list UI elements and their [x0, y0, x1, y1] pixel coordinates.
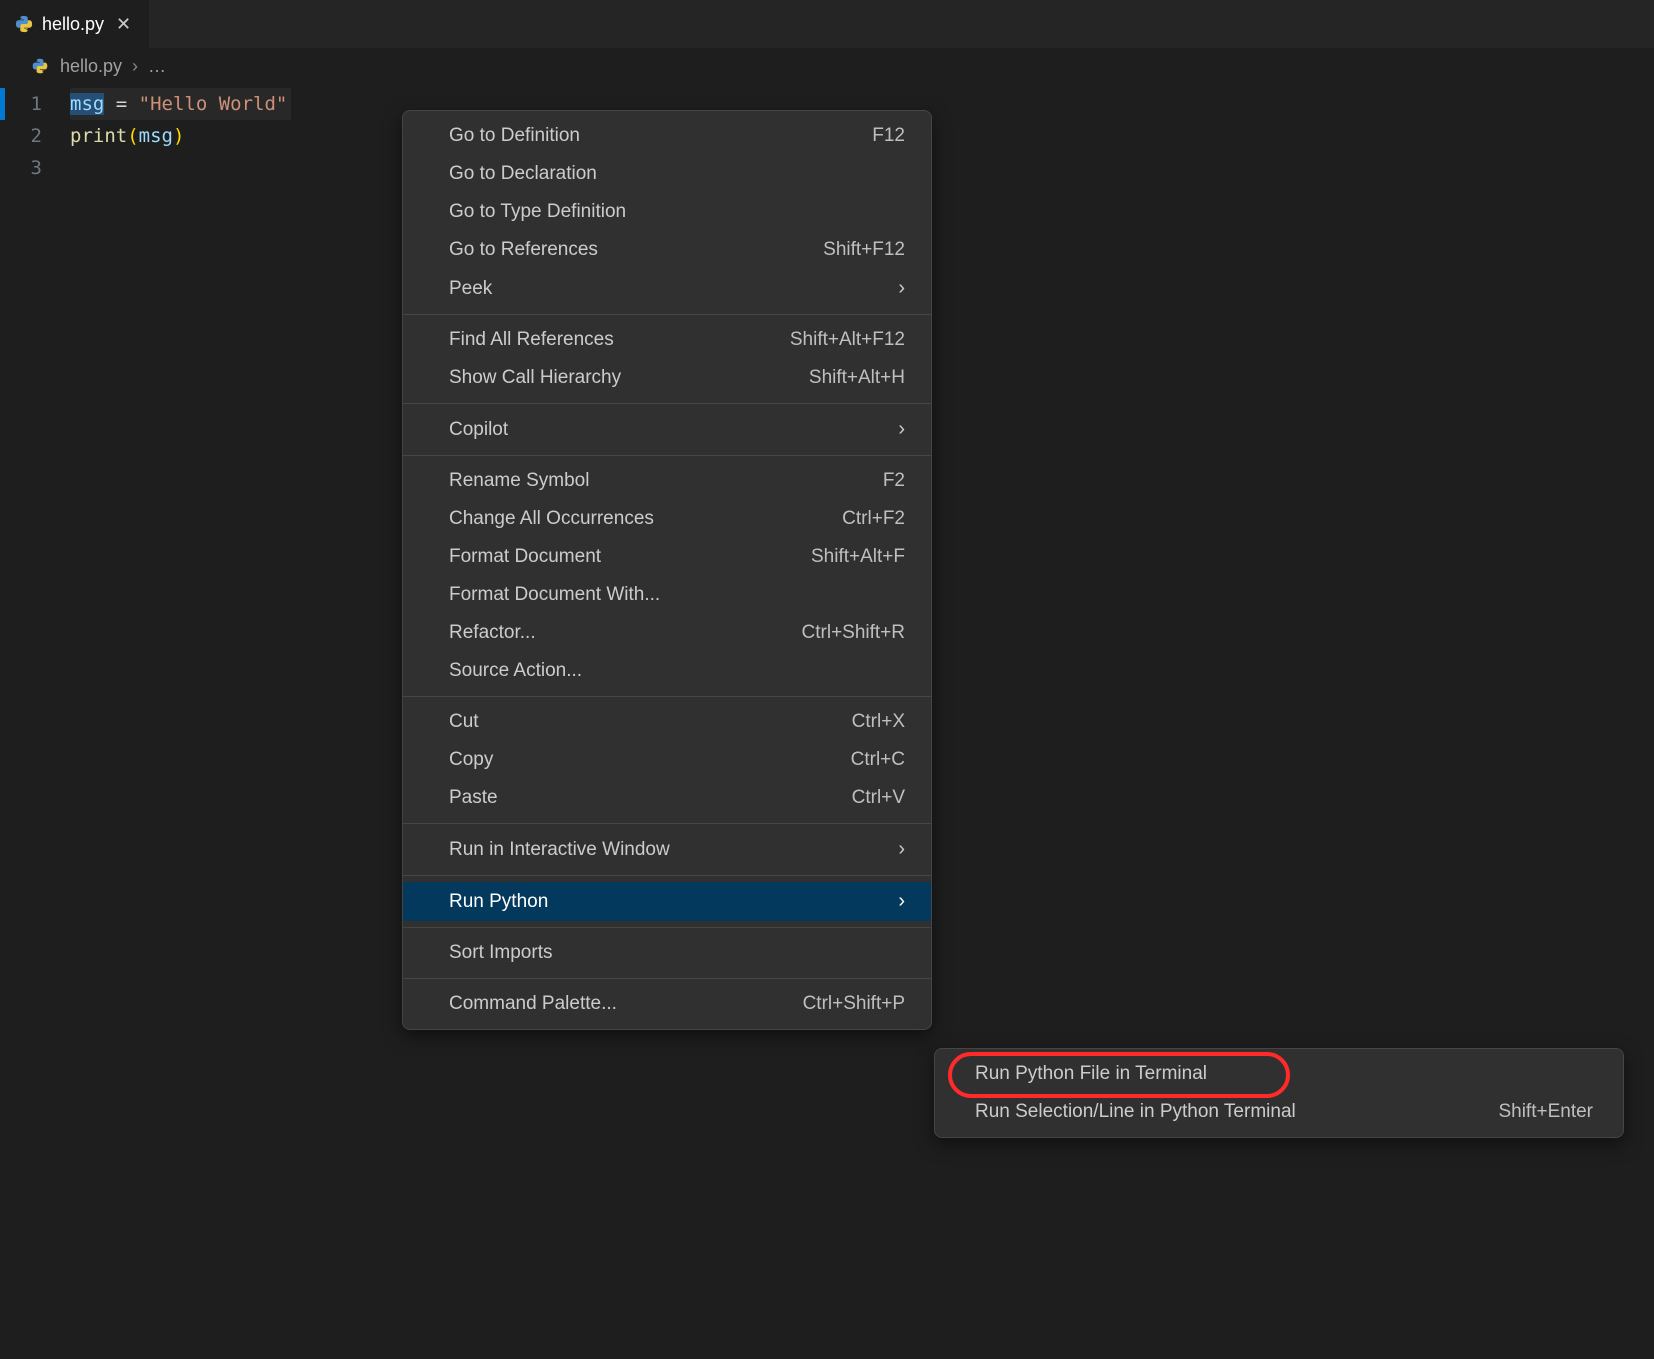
- menu-separator: [403, 696, 931, 697]
- menu-item-label: Sort Imports: [449, 942, 552, 964]
- code-token: ): [173, 125, 184, 147]
- menu-item[interactable]: Peek ›: [403, 269, 931, 308]
- menu-item[interactable]: Run in Interactive Window ›: [403, 830, 931, 869]
- breadcrumb-filename: hello.py: [60, 56, 122, 77]
- menu-item-shortcut: Shift+Alt+F12: [790, 329, 905, 351]
- menu-item[interactable]: Go to Definition F12: [403, 117, 931, 155]
- chevron-right-icon: ›: [898, 890, 905, 913]
- menu-item[interactable]: Rename Symbol F2: [403, 462, 931, 500]
- menu-item[interactable]: Show Call Hierarchy Shift+Alt+H: [403, 359, 931, 397]
- menu-item-shortcut: Shift+Alt+F: [811, 546, 905, 568]
- menu-item-shortcut: Shift+Alt+H: [809, 367, 905, 389]
- menu-item-label: Copilot: [449, 419, 508, 441]
- line-number: 2: [0, 120, 70, 152]
- code-token: print: [70, 125, 127, 147]
- menu-item[interactable]: Source Action...: [403, 652, 931, 690]
- menu-item-shortcut: Ctrl+X: [852, 711, 905, 733]
- menu-item-label: Cut: [449, 711, 479, 733]
- menu-item-label: Run in Interactive Window: [449, 839, 670, 861]
- menu-separator: [403, 403, 931, 404]
- menu-item[interactable]: Format Document With...: [403, 576, 931, 614]
- menu-item-label: Copy: [449, 749, 493, 771]
- menu-item[interactable]: Command Palette... Ctrl+Shift+P: [403, 985, 931, 1023]
- menu-item-label: Paste: [449, 787, 498, 809]
- menu-item[interactable]: Go to Declaration: [403, 155, 931, 193]
- code-token: "Hello World": [139, 93, 288, 115]
- menu-item[interactable]: Sort Imports: [403, 934, 931, 972]
- menu-item[interactable]: Change All Occurrences Ctrl+F2: [403, 500, 931, 538]
- menu-separator: [403, 927, 931, 928]
- menu-item-label: Rename Symbol: [449, 470, 589, 492]
- chevron-right-icon: ›: [898, 277, 905, 300]
- menu-item-label: Refactor...: [449, 622, 536, 644]
- menu-item-label: Run Python: [449, 891, 548, 913]
- menu-item-label: Run Selection/Line in Python Terminal: [975, 1101, 1296, 1123]
- menu-item-label: Command Palette...: [449, 993, 617, 1015]
- tab-filename: hello.py: [42, 14, 104, 35]
- menu-item-shortcut: F2: [883, 470, 905, 492]
- context-menu: Go to Definition F12 Go to Declaration Go t…: [402, 110, 932, 1030]
- breadcrumb[interactable]: hello.py › …: [0, 48, 1654, 84]
- menu-item[interactable]: Run Python File in Terminal: [935, 1055, 1623, 1093]
- menu-item-label: Go to Definition: [449, 125, 580, 147]
- menu-item[interactable]: Format Document Shift+Alt+F: [403, 538, 931, 576]
- menu-item-label: Change All Occurrences: [449, 508, 654, 530]
- menu-separator: [403, 314, 931, 315]
- menu-item-label: Show Call Hierarchy: [449, 367, 621, 389]
- menu-item-label: Go to Type Definition: [449, 201, 626, 223]
- tab-bar: hello.py ✕: [0, 0, 1654, 48]
- menu-item[interactable]: Cut Ctrl+X: [403, 703, 931, 741]
- menu-item[interactable]: Go to References Shift+F12: [403, 231, 931, 269]
- menu-item[interactable]: Refactor... Ctrl+Shift+R: [403, 614, 931, 652]
- menu-item-shortcut: Ctrl+Shift+P: [803, 993, 905, 1015]
- code-token: (: [127, 125, 138, 147]
- menu-item-label: Format Document: [449, 546, 601, 568]
- menu-separator: [403, 823, 931, 824]
- chevron-right-icon: ›: [898, 418, 905, 441]
- menu-separator: [403, 978, 931, 979]
- menu-item-shortcut: Shift+Enter: [1498, 1101, 1593, 1123]
- menu-item[interactable]: Go to Type Definition: [403, 193, 931, 231]
- code-token: msg: [139, 125, 173, 147]
- menu-separator: [403, 455, 931, 456]
- menu-item[interactable]: Run Selection/Line in Python Terminal Shi…: [935, 1093, 1623, 1131]
- menu-item-label: Go to References: [449, 239, 598, 261]
- line-number: 3: [0, 152, 70, 184]
- menu-item-shortcut: F12: [872, 125, 905, 147]
- menu-item[interactable]: Copy Ctrl+C: [403, 741, 931, 779]
- menu-item-shortcut: Shift+F12: [823, 239, 905, 261]
- menu-item[interactable]: Run Python ›: [403, 882, 931, 921]
- menu-item-label: Find All References: [449, 329, 614, 351]
- menu-item-shortcut: Ctrl+V: [852, 787, 905, 809]
- chevron-right-icon: ›: [132, 56, 138, 77]
- menu-separator: [403, 875, 931, 876]
- context-submenu: Run Python File in Terminal Run Selection…: [934, 1048, 1624, 1138]
- menu-item[interactable]: Find All References Shift+Alt+F12: [403, 321, 931, 359]
- menu-item-label: Source Action...: [449, 660, 582, 682]
- menu-item-shortcut: Ctrl+C: [851, 749, 905, 771]
- menu-item[interactable]: Paste Ctrl+V: [403, 779, 931, 817]
- python-file-icon: [14, 14, 34, 34]
- modified-gutter-marker: [0, 88, 5, 120]
- menu-item-label: Run Python File in Terminal: [975, 1063, 1207, 1085]
- menu-item-shortcut: Ctrl+F2: [842, 508, 905, 530]
- close-icon[interactable]: ✕: [112, 14, 135, 35]
- code-token: =: [104, 93, 138, 115]
- chevron-right-icon: ›: [898, 838, 905, 861]
- line-number: 1: [0, 88, 70, 120]
- code-token: msg: [70, 93, 104, 115]
- menu-item-shortcut: Ctrl+Shift+R: [802, 622, 905, 644]
- editor-tab[interactable]: hello.py ✕: [0, 0, 150, 48]
- breadcrumb-more: …: [148, 56, 166, 77]
- menu-item-label: Peek: [449, 278, 492, 300]
- python-file-icon: [30, 56, 50, 76]
- menu-item-label: Go to Declaration: [449, 163, 597, 185]
- menu-item-label: Format Document With...: [449, 584, 660, 606]
- menu-item[interactable]: Copilot ›: [403, 410, 931, 449]
